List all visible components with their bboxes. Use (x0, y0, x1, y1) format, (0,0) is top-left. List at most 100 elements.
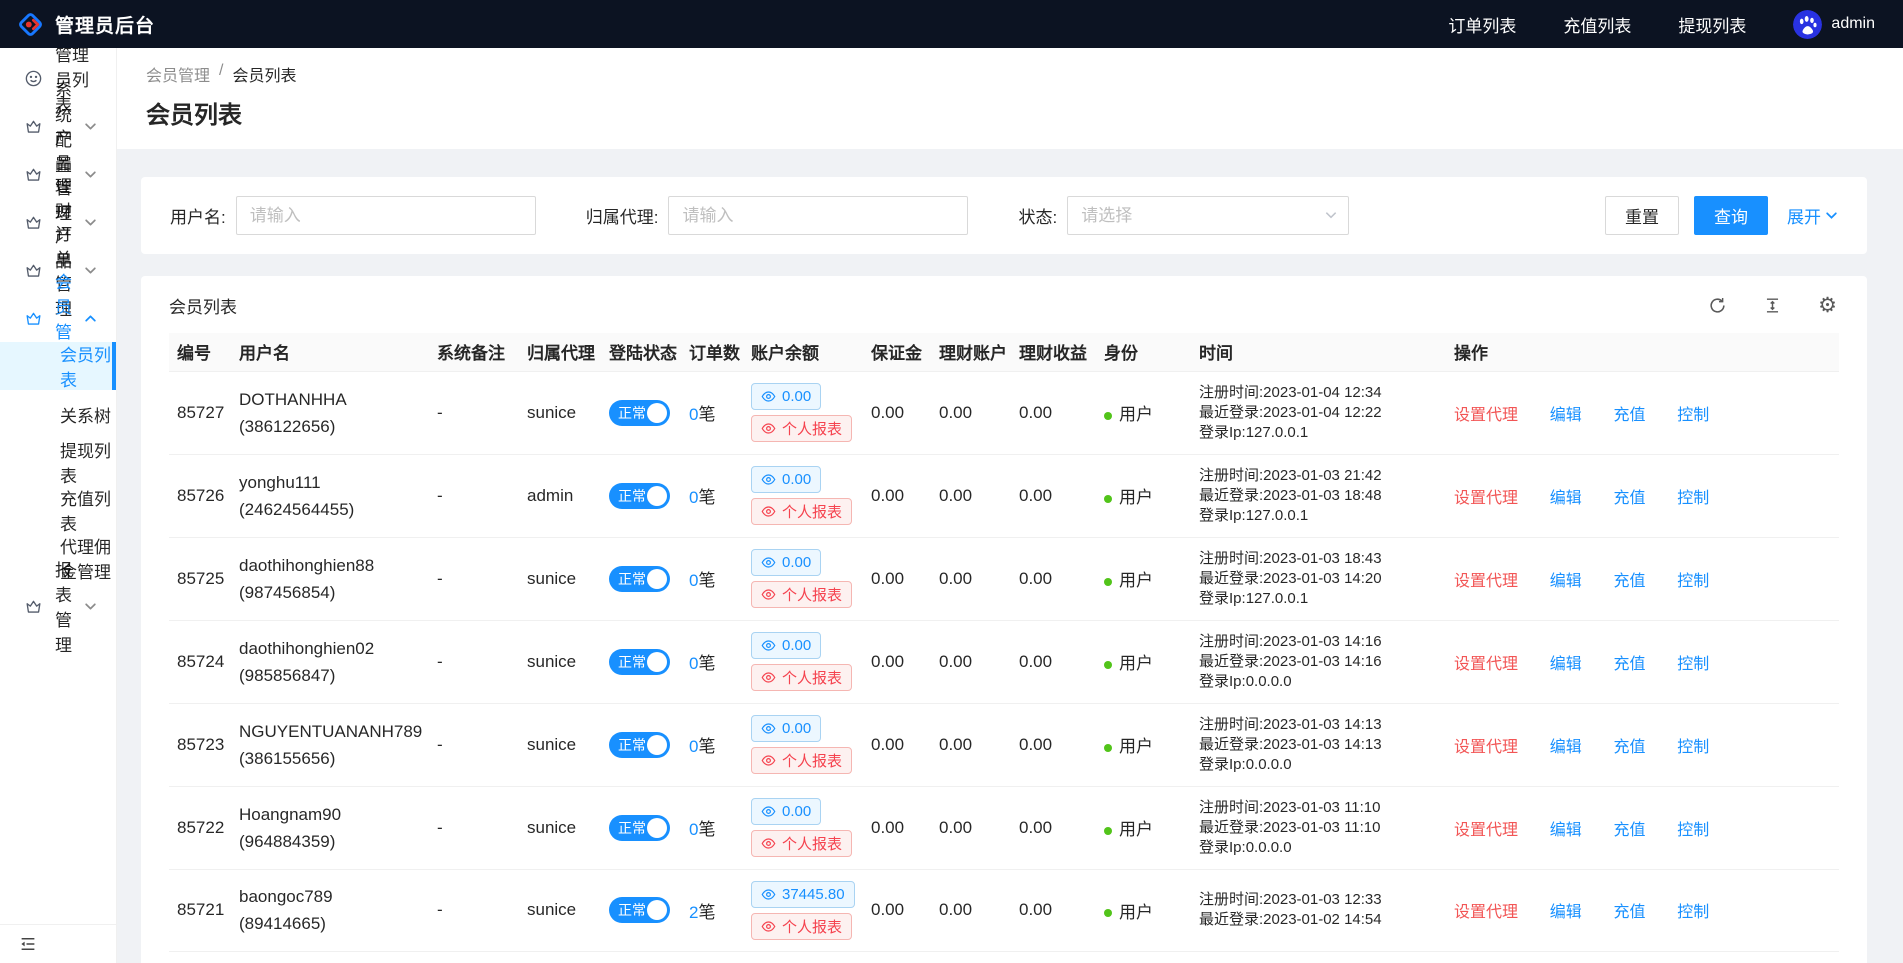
edit-link[interactable]: 编辑 (1550, 822, 1582, 839)
control-link[interactable]: 控制 (1677, 490, 1709, 507)
table-row: 85723 NGUYENTUANANH789 (386155656) - sun… (169, 703, 1839, 786)
col-header-finance-profit: 理财收益 (1011, 333, 1096, 371)
nav-link-order-list[interactable]: 订单列表 (1448, 12, 1516, 37)
personal-report-badge[interactable]: 个人报表 (751, 498, 852, 525)
control-link[interactable]: 控制 (1677, 739, 1709, 756)
agent-filter-input[interactable] (668, 196, 968, 235)
balance-badge[interactable]: 0.00 (751, 798, 821, 825)
edit-link[interactable]: 编辑 (1550, 573, 1582, 590)
set-agent-link[interactable]: 设置代理 (1454, 656, 1518, 673)
sidebar-subitem-relation-tree[interactable]: 关系树 (0, 390, 116, 438)
login-status-toggle[interactable]: 正常 (609, 649, 670, 675)
set-agent-link[interactable]: 设置代理 (1454, 904, 1518, 921)
balance-badge[interactable]: 0.00 (751, 549, 821, 576)
filter-agent-group: 归属代理: (586, 196, 969, 235)
recharge-link[interactable]: 充值 (1614, 407, 1646, 424)
recharge-link[interactable]: 充值 (1614, 656, 1646, 673)
cell-finance-profit: 0.00 (1011, 371, 1096, 454)
status-filter-select[interactable] (1067, 196, 1349, 235)
cell-deposit: 0.00 (863, 454, 931, 537)
reset-button[interactable]: 重置 (1605, 196, 1679, 235)
balance-badge[interactable]: 0.00 (751, 632, 821, 659)
edit-link[interactable]: 编辑 (1550, 656, 1582, 673)
username-filter-input[interactable] (236, 196, 536, 235)
edit-link[interactable]: 编辑 (1550, 490, 1582, 507)
balance-badge[interactable]: 37445.80 (751, 881, 855, 908)
last-login-line: 最近登录:2023-01-03 14:16 (1199, 652, 1438, 672)
collapse-sidebar-icon[interactable] (19, 935, 37, 953)
cell-finance-profit: 0.00 (1011, 786, 1096, 869)
refresh-icon[interactable] (1708, 296, 1727, 315)
personal-report-badge[interactable]: 个人报表 (751, 913, 852, 940)
navbar-right: 订单列表 充值列表 提现列表 admin (1401, 10, 1875, 39)
filter-status-group: 状态: (1018, 196, 1349, 235)
personal-report-badge[interactable]: 个人报表 (751, 830, 852, 857)
nav-link-recharge-list[interactable]: 充值列表 (1563, 12, 1631, 37)
user-menu[interactable]: admin (1793, 10, 1875, 39)
cell-actions: 设置代理 编辑 充值 控制 (1446, 703, 1839, 786)
login-status-toggle[interactable]: 正常 (609, 483, 670, 509)
control-link[interactable]: 控制 (1677, 573, 1709, 590)
crown-icon (24, 165, 43, 184)
cell-actions: 设置代理 编辑 充值 控制 (1446, 371, 1839, 454)
cell-system-note: - (429, 371, 519, 454)
table-row: 85725 daothihonghien88 (987456854) - sun… (169, 537, 1839, 620)
settings-gear-icon[interactable]: ⚙ (1818, 296, 1837, 315)
personal-report-badge[interactable]: 个人报表 (751, 664, 852, 691)
set-agent-link[interactable]: 设置代理 (1454, 573, 1518, 590)
set-agent-link[interactable]: 设置代理 (1454, 739, 1518, 756)
cell-finance-account: 0.00 (931, 703, 1011, 786)
balance-badge[interactable]: 0.00 (751, 383, 821, 410)
register-time-line: 注册时间:2023-01-03 14:13 (1199, 715, 1438, 735)
cell-identity: 用户 (1096, 869, 1191, 951)
login-status-toggle[interactable]: 正常 (609, 566, 670, 592)
online-status-dot (1104, 827, 1112, 835)
edit-link[interactable]: 编辑 (1550, 739, 1582, 756)
recharge-link[interactable]: 充值 (1614, 904, 1646, 921)
sidebar-item-report-manage[interactable]: 报表管理 (0, 582, 116, 630)
cell-order-count: 0笔 (681, 786, 743, 869)
control-link[interactable]: 控制 (1677, 656, 1709, 673)
control-link[interactable]: 控制 (1677, 904, 1709, 921)
search-button[interactable]: 查询 (1694, 196, 1768, 235)
sidebar-subitem-withdraw-list[interactable]: 提现列表 (0, 438, 116, 486)
eye-icon (761, 919, 776, 934)
personal-report-badge[interactable]: 个人报表 (751, 415, 852, 442)
control-link[interactable]: 控制 (1677, 822, 1709, 839)
recharge-link[interactable]: 充值 (1614, 739, 1646, 756)
cell-agent: sunice (519, 869, 601, 951)
login-status-toggle[interactable]: 正常 (609, 400, 670, 426)
set-agent-link[interactable]: 设置代理 (1454, 407, 1518, 424)
sidebar-subitem-member-list[interactable]: 会员列表 (0, 342, 116, 390)
set-agent-link[interactable]: 设置代理 (1454, 822, 1518, 839)
toggle-knob (647, 569, 667, 589)
recharge-link[interactable]: 充值 (1614, 822, 1646, 839)
login-status-toggle[interactable]: 正常 (609, 732, 670, 758)
control-link[interactable]: 控制 (1677, 407, 1709, 424)
member-username: DOTHANHHA (239, 386, 421, 413)
balance-badge[interactable]: 0.00 (751, 715, 821, 742)
login-status-toggle[interactable]: 正常 (609, 815, 670, 841)
eye-icon (761, 555, 776, 570)
balance-badge[interactable]: 0.00 (751, 466, 821, 493)
recharge-link[interactable]: 充值 (1614, 490, 1646, 507)
sidebar-item-member-manage[interactable]: 会员管理 (0, 294, 116, 342)
personal-report-badge[interactable]: 个人报表 (751, 581, 852, 608)
sidebar-subitem-recharge-list[interactable]: 充值列表 (0, 486, 116, 534)
cell-id: 85721 (169, 869, 231, 951)
edit-link[interactable]: 编辑 (1550, 407, 1582, 424)
register-time-line: 注册时间:2023-01-03 11:10 (1199, 798, 1438, 818)
breadcrumb: 会员管理 / 会员列表 (146, 62, 1874, 86)
personal-report-badge[interactable]: 个人报表 (751, 747, 852, 774)
register-time-line: 注册时间:2023-01-03 12:33 (1199, 890, 1438, 910)
login-status-toggle[interactable]: 正常 (609, 897, 670, 923)
row-height-icon[interactable] (1763, 296, 1782, 315)
edit-link[interactable]: 编辑 (1550, 904, 1582, 921)
nav-link-withdraw-list[interactable]: 提现列表 (1678, 12, 1746, 37)
expand-link[interactable]: 展开 (1787, 203, 1838, 228)
cell-login-status: 正常 (601, 786, 681, 869)
sidebar-subitem-agent-commission[interactable]: 代理佣金管理 (0, 534, 116, 582)
set-agent-link[interactable]: 设置代理 (1454, 490, 1518, 507)
recharge-link[interactable]: 充值 (1614, 573, 1646, 590)
breadcrumb-parent[interactable]: 会员管理 (146, 62, 210, 86)
